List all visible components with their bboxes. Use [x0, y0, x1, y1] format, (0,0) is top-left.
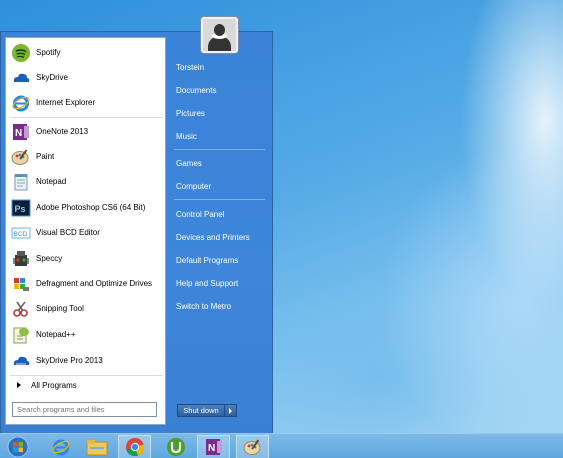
svg-text:BCD: BCD	[14, 231, 28, 238]
program-label: OneNote 2013	[36, 127, 89, 136]
svg-text:N: N	[15, 128, 22, 139]
snipping-tool-icon	[11, 299, 31, 319]
program-label: SkyDrive	[36, 73, 69, 82]
program-label: Paint	[36, 152, 55, 161]
svg-text:N: N	[208, 443, 215, 454]
link-games[interactable]: Games	[176, 159, 202, 168]
program-snipping-tool[interactable]: Snipping Tool	[8, 296, 165, 321]
skydrive-icon	[11, 68, 31, 88]
right-separator	[174, 199, 265, 200]
shutdown-button[interactable]: Shut down	[178, 405, 225, 416]
taskbar-paint[interactable]	[236, 435, 269, 458]
link-user-folder[interactable]: Torstein	[176, 63, 204, 72]
triangle-right-icon	[17, 382, 21, 388]
notepad-plus-plus-icon	[11, 325, 31, 345]
program-label: Snipping Tool	[36, 304, 84, 313]
link-computer[interactable]: Computer	[176, 182, 211, 191]
link-music[interactable]: Music	[176, 132, 197, 141]
programs-pane: Spotify SkyDrive Internet Explorer N One…	[5, 37, 166, 425]
program-paint[interactable]: Paint	[8, 144, 165, 169]
program-label: Visual BCD Editor	[36, 228, 100, 237]
user-picture[interactable]	[201, 17, 238, 53]
onenote-icon: N	[11, 122, 31, 142]
taskbar-file-explorer[interactable]	[80, 435, 113, 458]
internet-explorer-icon	[11, 93, 31, 113]
skydrive-pro-icon	[11, 351, 31, 371]
program-label: Notepad++	[36, 330, 76, 339]
program-internet-explorer[interactable]: Internet Explorer	[8, 90, 165, 115]
paint-icon	[11, 147, 31, 167]
pinned-separator	[10, 117, 163, 118]
bcd-editor-icon: BCD	[11, 223, 31, 243]
program-label: Defragment and Optimize Drives	[36, 279, 153, 288]
shutdown-options-button[interactable]	[225, 405, 236, 416]
taskbar: N	[0, 433, 563, 458]
program-notepad[interactable]: Notepad	[8, 169, 165, 194]
file-explorer-icon	[86, 440, 107, 456]
program-speccy[interactable]: Speccy	[8, 246, 165, 271]
shutdown-control: Shut down	[177, 404, 237, 417]
program-notepad-plus-plus[interactable]: Notepad++	[8, 322, 165, 347]
program-spotify[interactable]: Spotify	[8, 40, 165, 65]
link-devices-and-printers[interactable]: Devices and Printers	[176, 233, 250, 242]
link-help-and-support[interactable]: Help and Support	[176, 279, 238, 288]
taskbar-utorrent[interactable]	[159, 435, 192, 458]
link-default-programs[interactable]: Default Programs	[176, 256, 238, 265]
taskbar-internet-explorer[interactable]	[44, 435, 77, 458]
utorrent-icon	[166, 438, 185, 456]
search-input[interactable]	[12, 402, 157, 417]
all-programs-label: All Programs	[31, 380, 77, 390]
program-skydrive-pro[interactable]: SkyDrive Pro 2013	[8, 348, 165, 373]
internet-explorer-icon	[51, 439, 70, 456]
speccy-icon	[11, 249, 31, 269]
program-label: Internet Explorer	[36, 98, 96, 107]
link-switch-to-metro[interactable]: Switch to Metro	[176, 302, 231, 311]
onenote-icon: N	[205, 439, 222, 455]
program-visual-bcd-editor[interactable]: BCD Visual BCD Editor	[8, 220, 165, 245]
taskbar-onenote[interactable]: N	[197, 435, 230, 458]
defrag-icon	[11, 274, 31, 294]
taskbar-chrome[interactable]	[118, 435, 151, 458]
start-menu: Spotify SkyDrive Internet Explorer N One…	[0, 17, 273, 433]
program-label: Adobe Photoshop CS6 (64 Bit)	[36, 203, 146, 212]
triangle-right-icon	[229, 407, 232, 414]
program-photoshop[interactable]: Ps Adobe Photoshop CS6 (64 Bit)	[8, 195, 165, 220]
program-label: Notepad	[36, 177, 67, 186]
chrome-icon	[125, 438, 144, 457]
program-label: Speccy	[36, 254, 63, 263]
program-defragment[interactable]: Defragment and Optimize Drives	[8, 271, 165, 296]
spotify-icon	[11, 43, 31, 63]
start-orb-icon	[7, 436, 29, 458]
program-label: SkyDrive Pro 2013	[36, 356, 103, 365]
link-pictures[interactable]: Pictures	[176, 109, 205, 118]
program-skydrive[interactable]: SkyDrive	[8, 65, 165, 90]
start-button[interactable]	[1, 435, 35, 458]
program-onenote[interactable]: N OneNote 2013	[8, 119, 165, 144]
notepad-icon	[11, 172, 31, 192]
all-programs-button[interactable]: All Programs	[8, 376, 165, 394]
link-control-panel[interactable]: Control Panel	[176, 210, 224, 219]
link-documents[interactable]: Documents	[176, 86, 216, 95]
paint-icon	[243, 439, 260, 455]
right-separator	[174, 149, 265, 150]
program-label: Spotify	[36, 48, 61, 57]
photoshop-icon: Ps	[11, 198, 31, 218]
svg-text:Ps: Ps	[15, 204, 26, 214]
